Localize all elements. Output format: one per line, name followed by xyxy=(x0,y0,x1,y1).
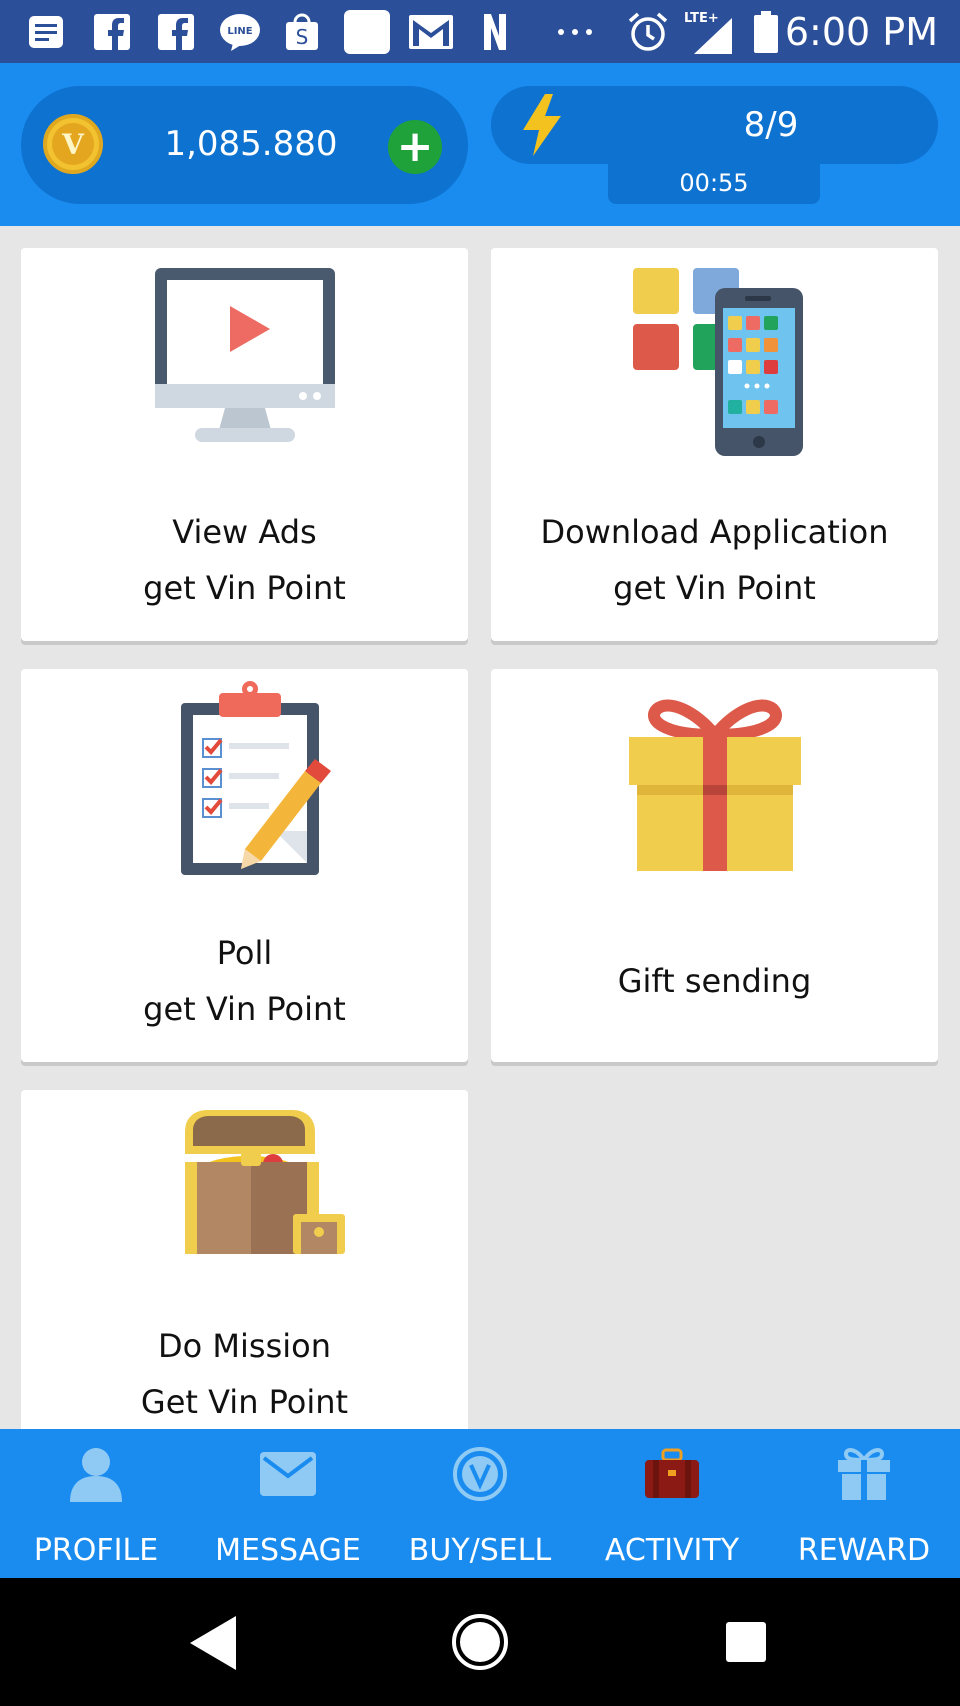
nav-profile-label: PROFILE xyxy=(33,1533,159,1568)
download-app-card[interactable]: Download Application get Vin Point xyxy=(491,248,938,641)
nav-buy-sell-label: BUY/SELL xyxy=(408,1533,552,1568)
do-mission-title: Do Mission xyxy=(158,1327,331,1365)
energy-pill: 8/9 xyxy=(491,86,938,164)
status-bar: LINE S LTE+ 6:00 PM xyxy=(0,0,960,63)
battery-icon xyxy=(752,10,780,54)
nav-reward-label: REWARD xyxy=(797,1533,931,1568)
view-ads-subtitle: get Vin Point xyxy=(143,569,346,607)
nav-message[interactable]: MESSAGE xyxy=(192,1429,384,1578)
poll-card[interactable]: Poll get Vin Point xyxy=(21,669,468,1062)
do-mission-subtitle: Get Vin Point xyxy=(140,1383,349,1421)
clock: 6:00 PM xyxy=(784,10,938,54)
poll-subtitle: get Vin Point xyxy=(143,990,346,1028)
gift-icon xyxy=(768,1441,960,1507)
add-points-button[interactable]: + xyxy=(388,120,442,174)
home-icon[interactable] xyxy=(450,1612,510,1676)
lightning-icon xyxy=(521,94,563,160)
gmail-icon xyxy=(408,10,454,54)
nav-buy-sell[interactable]: BUY/SELL xyxy=(384,1429,576,1578)
recents-icon[interactable] xyxy=(726,1622,766,1666)
more-notifications-icon xyxy=(552,10,598,54)
nav-profile[interactable]: PROFILE xyxy=(0,1429,192,1578)
briefcase-icon xyxy=(576,1441,768,1507)
download-app-title: Download Application xyxy=(540,513,889,551)
notes-icon xyxy=(26,10,66,54)
envelope-icon xyxy=(192,1441,384,1507)
vin-coin-icon: V xyxy=(43,114,103,174)
energy-count: 8/9 xyxy=(743,105,799,145)
blank-app-icon xyxy=(344,10,390,54)
facebook-icon xyxy=(156,10,196,54)
system-navigation-bar xyxy=(0,1578,960,1706)
vin-balance: 1,085.880 xyxy=(164,124,338,164)
back-icon[interactable] xyxy=(188,1614,240,1676)
nav-message-label: MESSAGE xyxy=(215,1533,361,1568)
clipboard-checklist-icon xyxy=(21,681,468,891)
nav-reward[interactable]: REWARD xyxy=(768,1429,960,1578)
signal-icon: LTE+ xyxy=(684,10,734,54)
bottom-navigation: PROFILE MESSAGE BUY/SELL ACTIVITY REWARD xyxy=(0,1429,960,1578)
balance-pill: V 1,085.880 + xyxy=(21,86,468,204)
gift-sending-card[interactable]: Gift sending xyxy=(491,669,938,1062)
energy-timer: 00:55 xyxy=(608,163,820,204)
nav-activity[interactable]: ACTIVITY xyxy=(576,1429,768,1578)
do-mission-card[interactable]: Do Mission Get Vin Point xyxy=(21,1090,468,1450)
vin-coin-icon xyxy=(384,1441,576,1507)
download-app-subtitle: get Vin Point xyxy=(613,569,816,607)
nav-activity-label: ACTIVITY xyxy=(604,1533,740,1568)
alarm-icon xyxy=(626,10,670,54)
svg-text:S: S xyxy=(296,25,309,49)
shopee-icon: S xyxy=(282,10,322,54)
monitor-video-icon xyxy=(21,260,468,470)
poll-title: Poll xyxy=(216,934,273,972)
svg-text:LINE: LINE xyxy=(227,26,252,37)
treasure-chest-icon xyxy=(21,1102,468,1312)
n-app-icon xyxy=(480,10,510,54)
coin-letter: V xyxy=(52,123,94,165)
view-ads-card[interactable]: View Ads get Vin Point xyxy=(21,248,468,641)
line-icon: LINE xyxy=(218,10,262,54)
svg-text:LTE+: LTE+ xyxy=(684,11,719,26)
top-header: V 1,085.880 + 8/9 00:55 xyxy=(0,63,960,226)
gift-sending-title: Gift sending xyxy=(617,962,812,1000)
phone-apps-icon xyxy=(491,260,938,470)
facebook-icon xyxy=(92,10,132,54)
gift-box-icon xyxy=(491,681,938,891)
view-ads-title: View Ads xyxy=(172,513,317,551)
person-icon xyxy=(0,1441,192,1507)
